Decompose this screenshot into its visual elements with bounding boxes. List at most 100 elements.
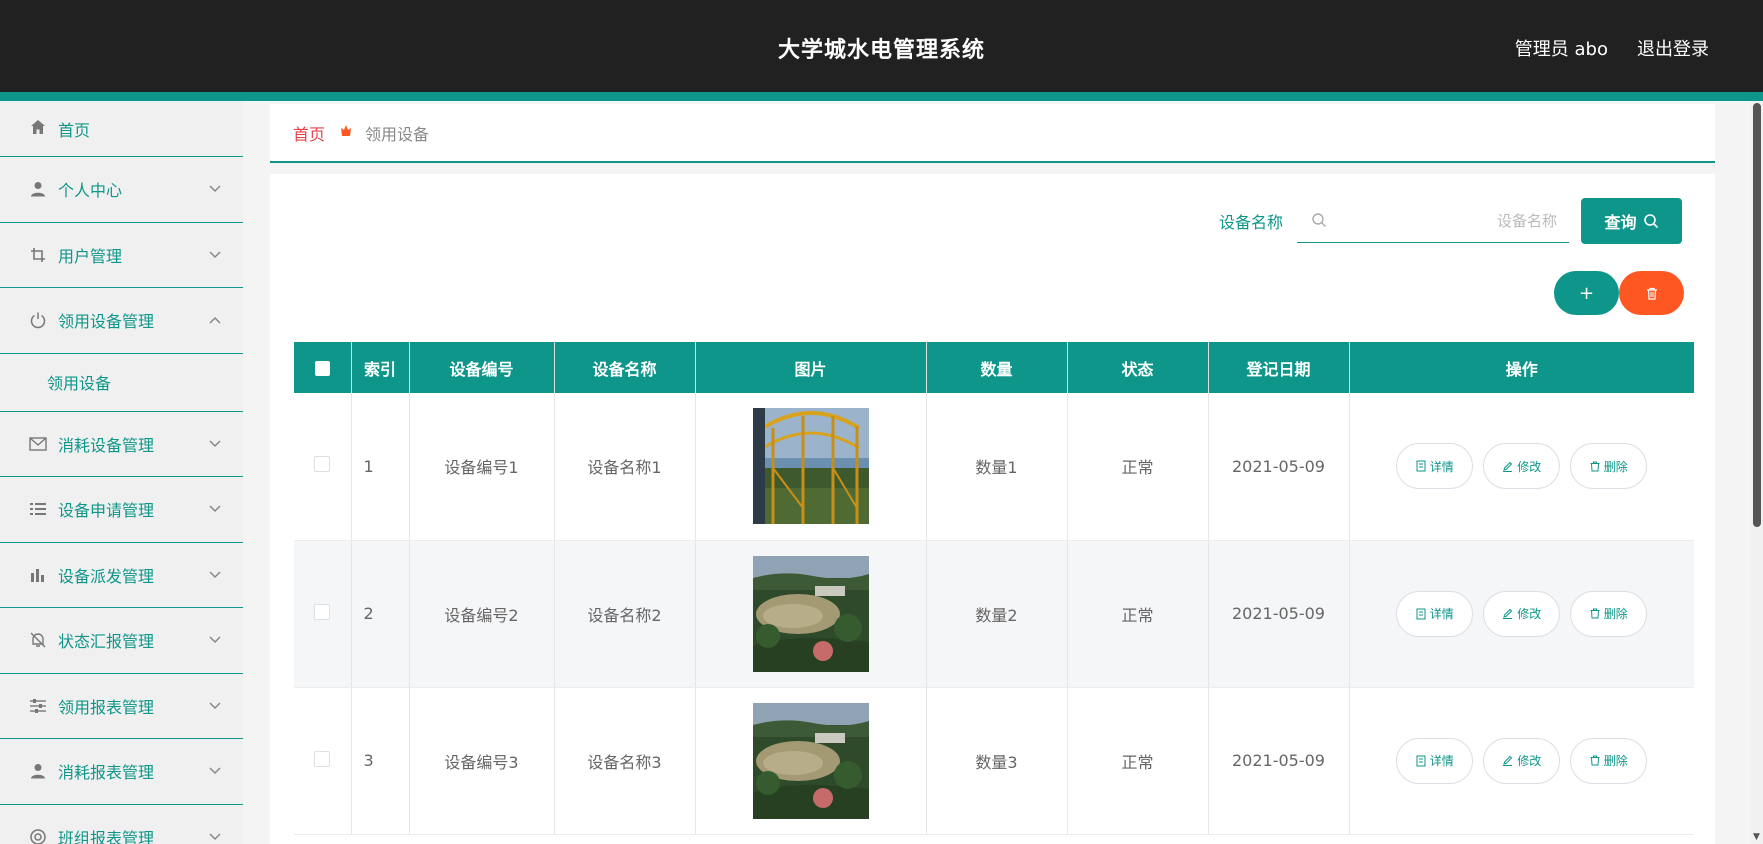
sidebar-item-consumption-report-management[interactable]: 消耗报表管理 bbox=[0, 739, 243, 805]
batch-delete-button[interactable] bbox=[1619, 271, 1684, 315]
content-panel: 设备名称 查询 + 索引 bbox=[270, 174, 1715, 844]
detail-button[interactable]: 详情 bbox=[1396, 590, 1474, 637]
roller-coaster-photo[interactable] bbox=[752, 408, 869, 525]
park-lake-photo[interactable] bbox=[752, 702, 869, 819]
column-header-image: 图片 bbox=[695, 342, 927, 393]
search-label: 设备名称 bbox=[1218, 213, 1283, 232]
row-checkbox[interactable] bbox=[314, 456, 331, 473]
plus-icon: + bbox=[1578, 282, 1595, 304]
sidebar-item-label: 消耗报表管理 bbox=[58, 763, 155, 783]
select-all-checkbox[interactable] bbox=[314, 361, 330, 376]
column-header-index: 索引 bbox=[351, 342, 410, 393]
sidebar-subitem-borrow-equipment[interactable]: 领用设备 bbox=[0, 354, 243, 412]
chevron-down-icon bbox=[209, 502, 221, 516]
chevron-down-icon bbox=[209, 568, 221, 582]
logout-link[interactable]: 退出登录 bbox=[1637, 35, 1709, 61]
row-status: 正常 bbox=[1067, 393, 1209, 541]
current-user: 管理员 abo bbox=[1514, 39, 1608, 60]
row-code: 设备编号3 bbox=[409, 687, 555, 835]
home-icon bbox=[28, 117, 48, 137]
edit-button[interactable]: 修改 bbox=[1483, 443, 1561, 490]
sidebar-item-equipment-dispatch-management[interactable]: 设备派发管理 bbox=[0, 543, 243, 608]
top-header: 大学城水电管理系统 管理员 abo 退出登录 bbox=[0, 0, 1763, 92]
delete-label: 删除 bbox=[1603, 607, 1628, 621]
row-index: 1 bbox=[351, 393, 410, 541]
delete-button[interactable]: 删除 bbox=[1570, 590, 1648, 637]
row-actions: 详情 修改 删除 bbox=[1350, 590, 1695, 637]
row-quantity: 数量2 bbox=[926, 540, 1068, 688]
scrollbar-thumb[interactable] bbox=[1753, 103, 1761, 527]
search-icon bbox=[1311, 212, 1327, 232]
delete-button[interactable]: 删除 bbox=[1570, 737, 1648, 784]
edit-icon bbox=[1503, 755, 1513, 766]
column-header-date: 登记日期 bbox=[1208, 342, 1350, 393]
sidebar-item-borrow-equipment-management[interactable]: 领用设备管理 bbox=[0, 288, 243, 354]
crop-icon bbox=[28, 245, 48, 265]
trash-icon bbox=[1590, 755, 1600, 766]
chevron-up-icon bbox=[209, 313, 221, 327]
row-actions: 详情 修改 删除 bbox=[1350, 737, 1695, 784]
row-name: 设备名称3 bbox=[554, 687, 696, 835]
sidebar-item-label: 领用报表管理 bbox=[58, 697, 155, 717]
row-index: 3 bbox=[351, 687, 410, 835]
sidebar-item-label: 班组报表管理 bbox=[58, 828, 155, 844]
chevron-down-icon bbox=[209, 633, 221, 647]
vertical-scrollbar[interactable]: ▼ bbox=[1751, 101, 1763, 844]
row-name: 设备名称1 bbox=[554, 393, 696, 541]
detail-button[interactable]: 详情 bbox=[1396, 737, 1474, 784]
row-name: 设备名称2 bbox=[554, 540, 696, 688]
edit-button[interactable]: 修改 bbox=[1483, 737, 1561, 784]
row-code: 设备编号1 bbox=[409, 393, 555, 541]
main-content: 首页 领用设备 设备名称 查询 + bbox=[243, 101, 1743, 844]
sidebar-item-borrow-report-management[interactable]: 领用报表管理 bbox=[0, 674, 243, 739]
add-button[interactable]: + bbox=[1554, 271, 1619, 315]
park-lake-photo[interactable] bbox=[752, 555, 869, 672]
sliders-icon bbox=[28, 696, 48, 716]
row-date: 2021-05-09 bbox=[1208, 393, 1350, 541]
edit-icon bbox=[1503, 461, 1513, 472]
chevron-down-icon bbox=[209, 830, 221, 844]
list-icon bbox=[28, 499, 48, 519]
row-checkbox[interactable] bbox=[314, 603, 331, 620]
detail-label: 详情 bbox=[1429, 607, 1454, 621]
table-row: 2 设备编号2 设备名称2 数量2 正常 2021-05-09 详情 修改 删除 bbox=[294, 540, 1695, 688]
search-field bbox=[1297, 199, 1569, 243]
row-quantity: 数量1 bbox=[926, 393, 1068, 541]
sidebar-item-consumable-equipment-management[interactable]: 消耗设备管理 bbox=[0, 412, 243, 477]
row-date: 2021-05-09 bbox=[1208, 687, 1350, 835]
sidebar-item-label: 首页 bbox=[58, 121, 91, 140]
column-header-code: 设备编号 bbox=[409, 342, 555, 393]
table-row: 1 设备编号1 设备名称1 数量1 正常 2021-05-09 详情 修改 删除 bbox=[294, 393, 1695, 541]
trash-icon bbox=[1646, 287, 1657, 300]
delete-label: 删除 bbox=[1603, 459, 1628, 474]
sidebar-item-label: 设备派发管理 bbox=[58, 566, 155, 586]
sidebar-item-home[interactable]: 首页 bbox=[0, 101, 243, 157]
sidebar-item-status-report-management[interactable]: 状态汇报管理 bbox=[0, 608, 243, 674]
power-icon bbox=[28, 310, 48, 330]
detail-button[interactable]: 详情 bbox=[1396, 443, 1474, 490]
sidebar-item-label: 设备申请管理 bbox=[58, 501, 155, 521]
row-actions: 详情 修改 删除 bbox=[1350, 443, 1695, 490]
sidebar-item-label: 消耗设备管理 bbox=[58, 435, 155, 455]
sidebar-item-equipment-application-management[interactable]: 设备申请管理 bbox=[0, 477, 243, 543]
sidebar-item-personal-center[interactable]: 个人中心 bbox=[0, 157, 243, 223]
bell-off-icon bbox=[28, 630, 48, 650]
select-all-cell bbox=[294, 342, 352, 393]
sidebar-item-user-management[interactable]: 用户管理 bbox=[0, 223, 243, 288]
document-icon bbox=[1416, 608, 1426, 619]
edit-label: 修改 bbox=[1517, 459, 1542, 474]
sidebar-item-team-report-management[interactable]: 班组报表管理 bbox=[0, 805, 243, 844]
row-checkbox[interactable] bbox=[314, 750, 331, 767]
row-date: 2021-05-09 bbox=[1208, 540, 1350, 688]
query-button[interactable]: 查询 bbox=[1581, 198, 1682, 244]
delete-button[interactable]: 删除 bbox=[1570, 443, 1648, 490]
search-input[interactable] bbox=[1297, 199, 1569, 242]
app-title: 大学城水电管理系统 bbox=[777, 38, 985, 63]
sidebar-item-label: 用户管理 bbox=[58, 246, 123, 266]
mail-icon bbox=[28, 434, 48, 454]
column-header-status: 状态 bbox=[1067, 342, 1209, 393]
scroll-down-arrow-icon[interactable]: ▼ bbox=[1753, 832, 1760, 842]
breadcrumb-home-link[interactable]: 首页 bbox=[293, 121, 325, 145]
document-icon bbox=[1416, 755, 1426, 766]
edit-button[interactable]: 修改 bbox=[1483, 590, 1561, 637]
